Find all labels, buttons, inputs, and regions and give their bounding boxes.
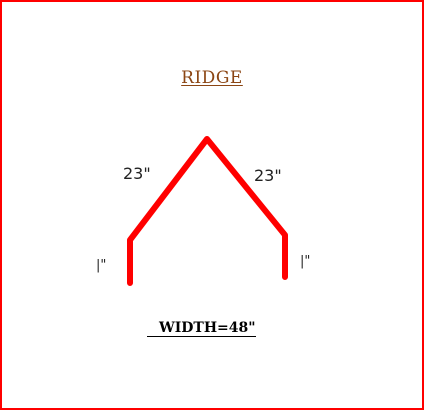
width-label: WIDTH=48" xyxy=(147,320,256,337)
left-slope-dimension: 23" xyxy=(123,164,151,183)
left-leg-dimension: |" xyxy=(96,258,107,273)
ridge-profile-line xyxy=(127,136,288,286)
right-leg-dimension: |" xyxy=(300,254,311,269)
drawing-canvas: RIDGE 23" 23" |" |" WIDTH=48" xyxy=(0,0,424,410)
right-slope-dimension: 23" xyxy=(254,166,282,185)
ridge-profile-drawing xyxy=(127,136,288,286)
